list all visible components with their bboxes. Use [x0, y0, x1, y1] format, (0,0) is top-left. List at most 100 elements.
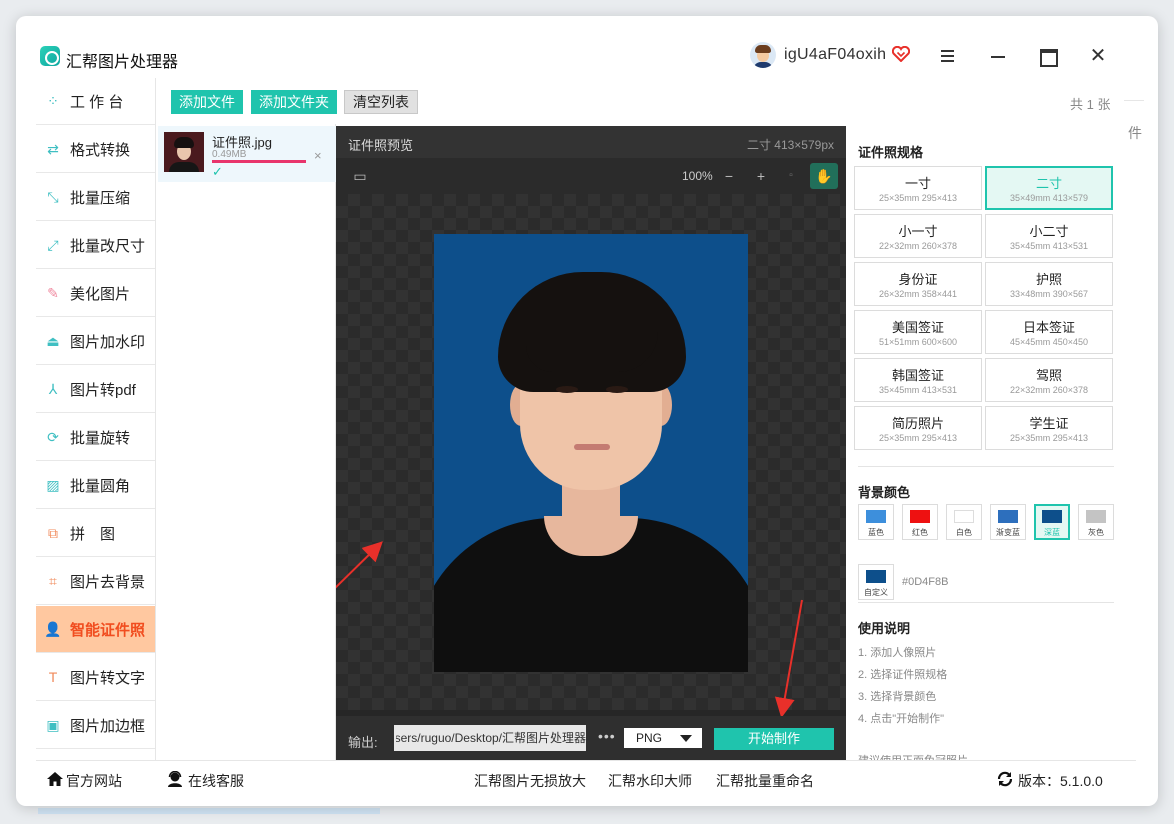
maximize-icon[interactable] — [1038, 46, 1058, 67]
spec-option[interactable]: 简历照片 25×35mm 295×413 — [854, 406, 982, 450]
spec-option[interactable]: 驾照 22×32mm 260×378 — [985, 358, 1113, 402]
zoom-in-icon[interactable]: + — [752, 166, 770, 186]
output-label: 输出: — [348, 735, 378, 750]
spec-option[interactable]: 日本签证 45×45mm 450×450 — [985, 310, 1113, 354]
id-photo-preview — [434, 234, 748, 672]
zoom-out-icon[interactable]: − — [720, 166, 738, 186]
remove-file-icon[interactable]: × — [314, 148, 322, 163]
sidebar-item-label: 格式转换 — [70, 141, 131, 159]
online-support-link[interactable]: 在线客服 — [188, 771, 244, 791]
spec-option[interactable]: 学生证 25×35mm 295×413 — [985, 406, 1113, 450]
spec-option[interactable]: 韩国签证 35×45mm 413×531 — [854, 358, 982, 402]
spec-option[interactable]: 美国签证 51×51mm 600×600 — [854, 310, 982, 354]
bg-color-swatch[interactable]: 蓝色 — [858, 504, 894, 540]
version-info: 版本：5.1.0.0 — [1018, 773, 1103, 789]
partial-overlay-text: 件 — [1128, 125, 1142, 141]
sidebar-item-compress[interactable]: ⤡ 批量压缩 — [36, 174, 155, 221]
spec-name: 学生证 — [1029, 416, 1069, 431]
sidebar-item-label: 智能证件照 — [70, 621, 146, 639]
divider — [858, 466, 1114, 467]
eraser-icon[interactable]: ▭ — [350, 166, 370, 186]
spec-name: 简历照片 — [891, 416, 944, 431]
start-button[interactable]: 开始制作 — [714, 728, 834, 750]
list-item[interactable]: 证件照.jpg 0.49MB ✓ × — [158, 126, 336, 182]
spec-option[interactable]: 身份证 26×32mm 358×441 — [854, 262, 982, 306]
spec-option[interactable]: 一寸 25×35mm 295×413 — [854, 166, 982, 210]
sidebar-item-label: 拼 图 — [70, 525, 116, 543]
frame-icon: ▣ — [46, 716, 60, 733]
spec-dims: 26×32mm 358×441 — [878, 289, 958, 299]
bg-color-swatch-custom[interactable]: 自定义 — [858, 564, 894, 600]
sidebar-item-watermark[interactable]: ⏏ 图片加水印 — [36, 318, 155, 365]
spec-option-selected[interactable]: 二寸 35×49mm 413×579 — [985, 166, 1113, 210]
preview-canvas[interactable] — [336, 194, 846, 710]
sidebar-item-label: 美化图片 — [70, 285, 131, 303]
spec-name: 小一寸 — [898, 224, 938, 239]
sidebar-item-puzzle[interactable]: ⧉ 拼 图 — [36, 510, 155, 557]
spec-option[interactable]: 小二寸 35×45mm 413×531 — [985, 214, 1113, 258]
sidebar-item-format-convert[interactable]: ⇄ 格式转换 — [36, 126, 155, 173]
bg-color-swatch-selected[interactable]: 深蓝 — [1034, 504, 1070, 540]
chevron-down-icon — [680, 735, 692, 742]
fit-screen-icon[interactable]: ▫ — [782, 166, 800, 186]
vip-heart-icon[interactable] — [892, 46, 910, 62]
avatar[interactable] — [750, 42, 776, 68]
username[interactable]: igU4aF04oxih — [784, 46, 886, 64]
color-label: 自定义 — [864, 588, 888, 597]
spec-dims: 35×49mm 413×579 — [1009, 193, 1089, 203]
bg-color-swatch[interactable]: 灰色 — [1078, 504, 1114, 540]
close-icon[interactable]: ✕ — [1088, 46, 1108, 66]
sidebar-item-label: 工 作 台 — [70, 93, 124, 111]
spec-dims: 35×45mm 413×531 — [878, 385, 958, 395]
color-label: 深蓝 — [1044, 528, 1060, 537]
app-title: 汇帮图片处理器 — [66, 54, 179, 71]
sidebar-item-id-photo[interactable]: 👤 智能证件照 — [36, 606, 155, 653]
title-bar: 汇帮图片处理器 igU4aF04oxih ✕ — [16, 16, 1158, 80]
sidebar-item-resize[interactable]: ⤢ 批量改尺寸 — [36, 222, 155, 269]
sidebar-item-to-text[interactable]: T 图片转文字 — [36, 654, 155, 701]
add-folder-button[interactable]: 添加文件夹 — [251, 90, 337, 114]
bg-color-swatch[interactable]: 红色 — [902, 504, 938, 540]
product-link-upscale[interactable]: 汇帮图片无损放大 — [474, 771, 586, 791]
spec-name: 身份证 — [898, 272, 938, 287]
spec-option[interactable]: 小一寸 22×32mm 260×378 — [854, 214, 982, 258]
product-link-watermark[interactable]: 汇帮水印大师 — [608, 771, 692, 791]
format-select[interactable]: PNG — [624, 728, 702, 748]
sidebar-item-to-pdf[interactable]: ⅄ 图片转pdf — [36, 366, 155, 413]
sidebar-item-rotate[interactable]: ⟳ 批量旋转 — [36, 414, 155, 461]
beautify-icon: ✎ — [47, 284, 59, 301]
sidebar-item-workbench[interactable]: ⁘ 工 作 台 — [36, 78, 155, 125]
bg-color-swatch[interactable]: 白色 — [946, 504, 982, 540]
sidebar-item-beautify[interactable]: ✎ 美化图片 — [36, 270, 155, 317]
official-website-link[interactable]: 官方网站 — [66, 771, 122, 791]
menu-icon[interactable] — [938, 46, 958, 66]
color-label: 红色 — [912, 528, 928, 537]
sidebar-item-round-corner[interactable]: ▨ 批量圆角 — [36, 462, 155, 509]
file-thumbnail — [164, 132, 204, 172]
hand-pan-icon[interactable]: ✋ — [810, 163, 838, 189]
output-bar: 输出: ••• PNG 开始制作 — [336, 716, 846, 760]
bg-color-swatch[interactable]: 渐变蓝 — [990, 504, 1026, 540]
sidebar-item-frame[interactable]: ▣ 图片加边框 — [36, 702, 155, 749]
file-list: 证件照.jpg 0.49MB ✓ × — [158, 124, 336, 760]
color-label: 白色 — [956, 528, 972, 537]
clear-list-button[interactable]: 清空列表 — [344, 90, 418, 114]
output-path-field[interactable] — [394, 725, 586, 751]
product-link-rename[interactable]: 汇帮批量重命名 — [716, 771, 814, 791]
minimize-icon[interactable] — [988, 46, 1008, 66]
browse-more-icon[interactable]: ••• — [598, 728, 616, 744]
compress-icon: ⤡ — [47, 188, 59, 205]
app-logo-icon — [40, 46, 60, 66]
spec-option[interactable]: 护照 33×48mm 390×567 — [985, 262, 1113, 306]
customer-service-icon — [168, 771, 182, 787]
person-icon: 👤 — [44, 620, 62, 637]
file-size: 0.49MB — [212, 149, 247, 160]
convert-icon: ⇄ — [47, 140, 59, 157]
usage-step: 4. 点击"开始制作" — [858, 713, 945, 725]
preview-size-info: 二寸 413×579px — [746, 138, 834, 152]
sidebar-item-label: 图片加水印 — [70, 333, 146, 351]
color-label: 渐变蓝 — [996, 528, 1020, 537]
spec-name: 二寸 — [1035, 176, 1062, 191]
add-file-button[interactable]: 添加文件 — [171, 90, 243, 114]
sidebar-item-remove-bg[interactable]: ⌗ 图片去背景 — [36, 558, 155, 605]
